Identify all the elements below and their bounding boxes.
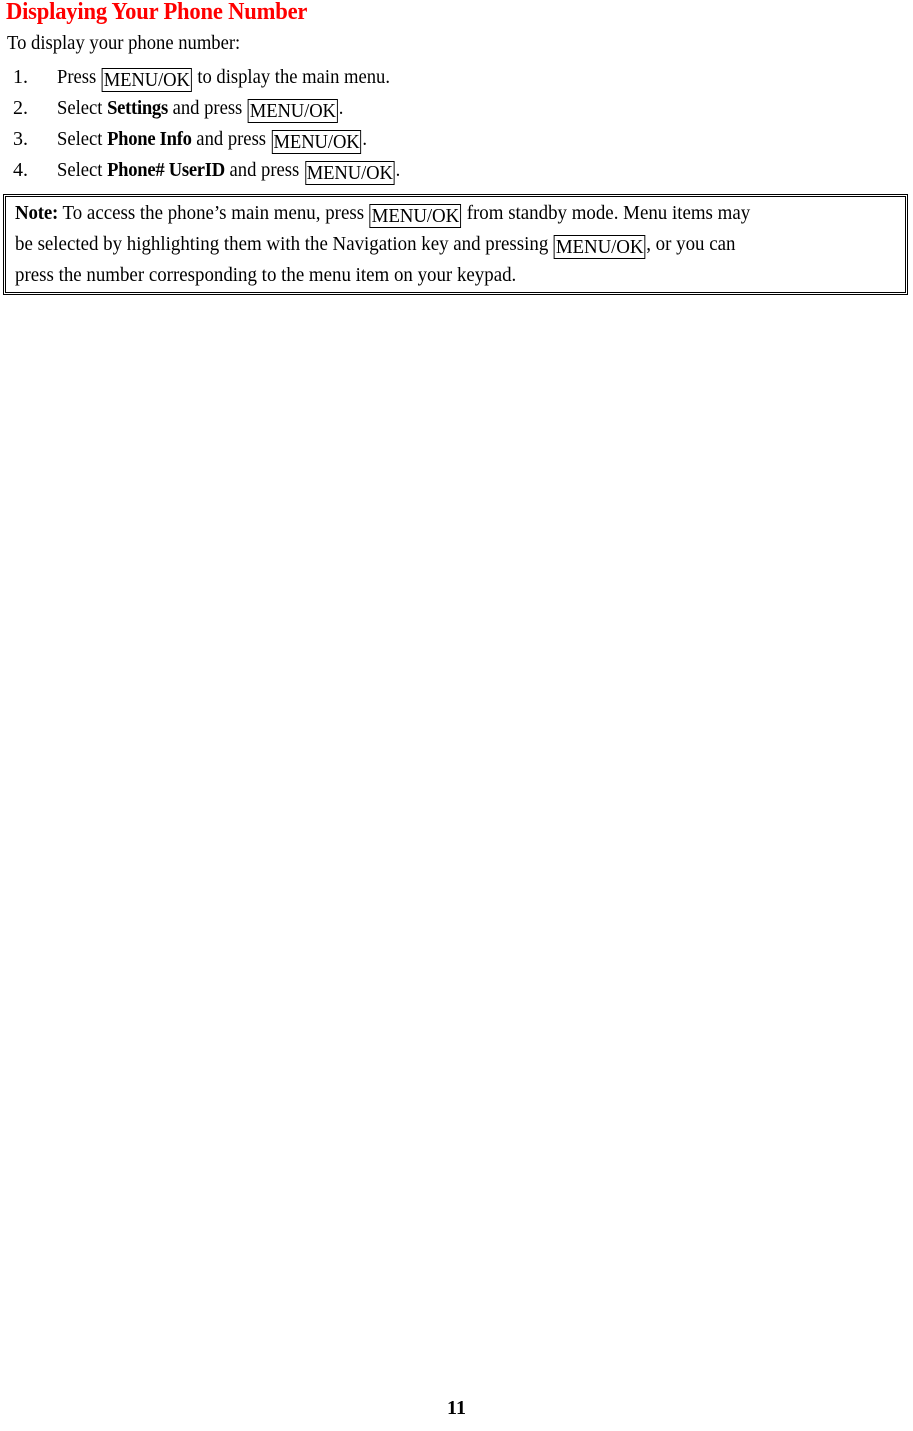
menu-item-name: Phone# UserID: [107, 159, 225, 181]
step-text-before: Press: [57, 66, 101, 88]
step-text-after: .: [338, 97, 344, 119]
menu-item-name: Settings: [107, 97, 168, 119]
step-text: Select Phone# UserID and press MENU/OK.: [57, 155, 400, 185]
step-text-before: Select: [57, 159, 108, 181]
menu-ok-keycap[interactable]: MENU/OK: [304, 161, 395, 185]
step-text-middle: and press: [224, 159, 304, 181]
list-item: 3. Select Phone Info and press MENU/OK.: [0, 124, 913, 155]
menu-ok-keycap[interactable]: MENU/OK: [369, 204, 462, 228]
note-text: To access the phone’s main menu, press: [58, 202, 369, 224]
note-callout: Note: To access the phone’s main menu, p…: [3, 194, 908, 295]
note-content: Note: To access the phone’s main menu, p…: [15, 198, 903, 291]
list-item: 4. Select Phone# UserID and press MENU/O…: [0, 155, 913, 186]
list-item: 1. Press MENU/OK to display the main men…: [0, 62, 913, 93]
menu-ok-keycap[interactable]: MENU/OK: [553, 235, 646, 259]
step-text-before: Select: [57, 97, 108, 119]
step-text: Select Settings and press MENU/OK.: [57, 93, 343, 123]
note-line: Note: To access the phone’s main menu, p…: [15, 198, 854, 229]
step-text-middle: and press: [167, 97, 247, 119]
list-item: 2. Select Settings and press MENU/OK.: [0, 93, 913, 124]
note-text: from standby mode. Menu items may: [461, 202, 751, 224]
note-text: press the number corresponding to the me…: [15, 264, 517, 286]
step-number: 4.: [13, 159, 28, 181]
menu-ok-keycap[interactable]: MENU/OK: [271, 130, 362, 154]
step-text: Select Phone Info and press MENU/OK.: [57, 124, 367, 154]
note-text: be selected by highlighting them with th…: [15, 233, 554, 255]
step-text: Press MENU/OK to display the main menu.: [57, 62, 390, 92]
page-number: 11: [447, 1397, 466, 1419]
page-title: Displaying Your Phone Number: [6, 0, 308, 25]
note-text: , or you can: [646, 233, 736, 255]
steps-list: 1. Press MENU/OK to display the main men…: [0, 62, 913, 186]
note-line: be selected by highlighting them with th…: [15, 229, 854, 260]
step-text-after: .: [395, 159, 401, 181]
menu-ok-keycap[interactable]: MENU/OK: [247, 99, 338, 123]
step-text-middle: and press: [191, 128, 271, 150]
step-text-after: to display the main menu.: [192, 66, 390, 88]
step-number: 3.: [13, 128, 28, 150]
note-line: press the number corresponding to the me…: [15, 260, 854, 291]
intro-paragraph: To display your phone number:: [7, 32, 241, 54]
step-text-before: Select: [57, 128, 108, 150]
manual-page: Displaying Your Phone Number To display …: [0, 0, 913, 1431]
step-number: 1.: [13, 66, 28, 88]
menu-ok-keycap[interactable]: MENU/OK: [101, 68, 192, 92]
step-number: 2.: [13, 97, 28, 119]
menu-item-name: Phone Info: [107, 128, 192, 150]
note-label: Note:: [15, 202, 59, 224]
step-text-after: .: [362, 128, 368, 150]
